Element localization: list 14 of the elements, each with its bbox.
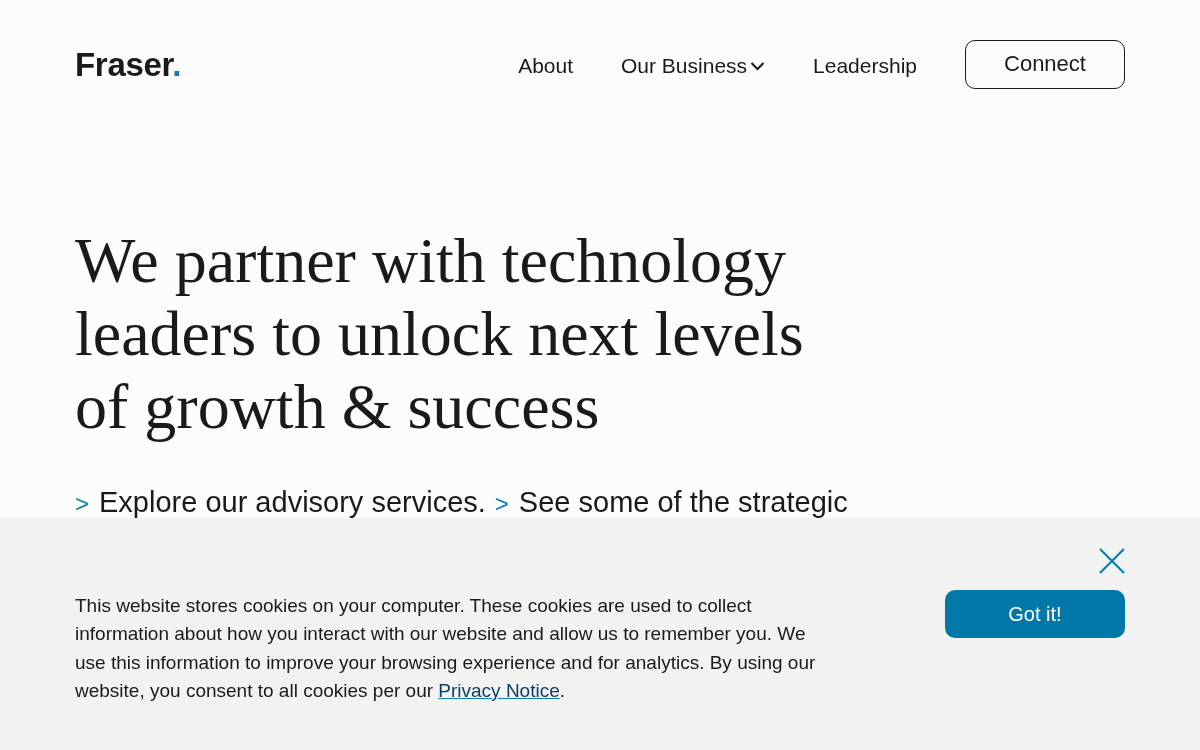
connect-button[interactable]: Connect bbox=[965, 39, 1125, 89]
close-button[interactable] bbox=[1099, 548, 1125, 574]
privacy-notice-link[interactable]: Privacy Notice bbox=[438, 679, 560, 701]
chevron-down-icon bbox=[750, 61, 766, 71]
got-it-button[interactable]: Got it! bbox=[945, 590, 1125, 638]
cookie-notice-text: This website stores cookies on your computer. These cookies are used to collect information about how you interact with our website and allow us to remember you. We use this information to improve your browsing experience and for analytics. By using our website, you consent to all cookies per our Privacy Notice. bbox=[75, 594, 817, 703]
nav-link[interactable]: About bbox=[518, 49, 573, 79]
close-icon bbox=[1099, 548, 1125, 574]
nav-link[interactable]: Leadership bbox=[813, 49, 917, 79]
nav-dropdown[interactable]: Our Business bbox=[621, 49, 766, 79]
arrow-link[interactable]: > See some of the strategic bbox=[494, 487, 848, 519]
logo-link[interactable]: Fraser. bbox=[75, 47, 182, 81]
arrow-link[interactable]: > Explore our advisory services. bbox=[75, 487, 486, 519]
hero-headline: We partner with technology leaders to unlock next levels of growth & success bbox=[75, 224, 805, 443]
